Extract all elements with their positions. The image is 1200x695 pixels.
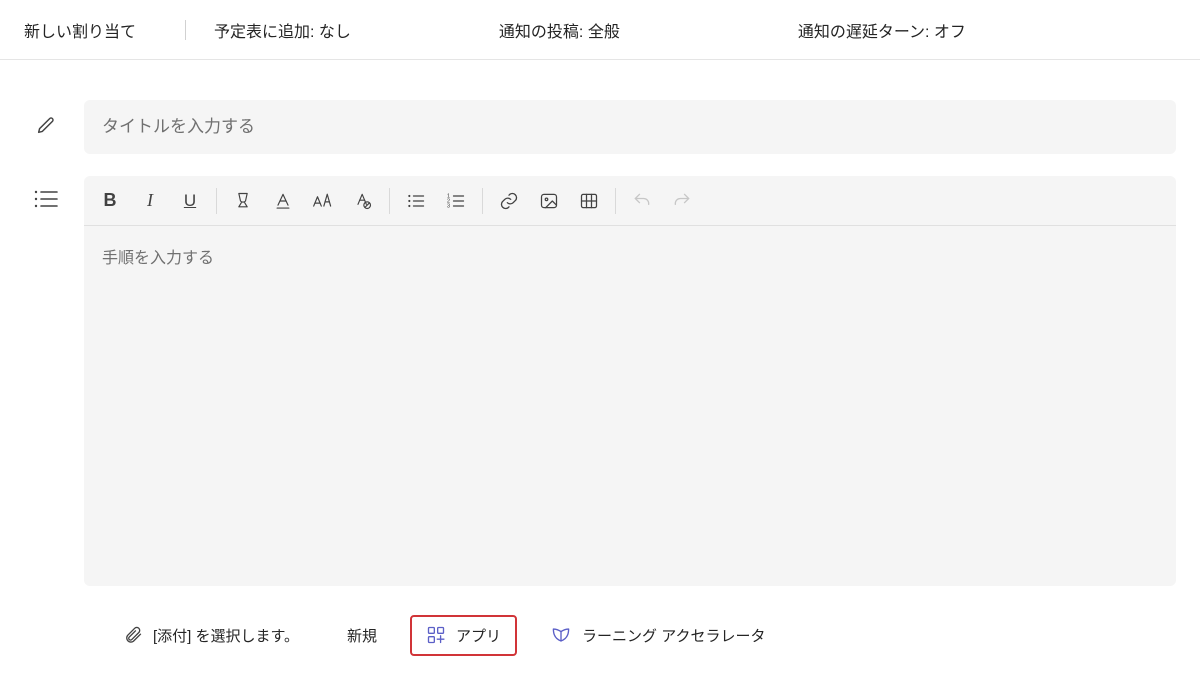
new-button[interactable]: 新規 [332, 616, 392, 655]
svg-text:3: 3 [447, 203, 450, 209]
title-row [24, 100, 1176, 154]
header-notify-post-option[interactable]: 通知の投稿: 全般 [481, 18, 780, 42]
list-icon [24, 176, 68, 210]
content-area: B I U [0, 60, 1200, 660]
paperclip-icon [123, 625, 143, 645]
bullet-list-button[interactable] [396, 181, 436, 221]
toolbar-separator [615, 188, 616, 214]
header-bar: 新しい割り当て 予定表に追加: なし 通知の投稿: 全般 通知の遅延ターン: オ… [0, 0, 1200, 60]
instructions-row: B I U [24, 176, 1176, 586]
font-size-button[interactable] [303, 181, 343, 221]
learning-accelerator-button[interactable]: ラーニング アクセラレータ [535, 616, 780, 655]
toolbar-separator [389, 188, 390, 214]
title-input[interactable] [84, 100, 1176, 154]
instructions-editor[interactable]: 手順を入力する [84, 226, 1176, 586]
pencil-icon [24, 100, 68, 136]
numbered-list-button[interactable]: 1 2 3 [436, 181, 476, 221]
learning-accelerator-icon [550, 625, 572, 645]
toolbar-separator [216, 188, 217, 214]
learning-accelerator-label: ラーニング アクセラレータ [582, 625, 765, 646]
underline-button[interactable]: U [170, 181, 210, 221]
attach-label: [添付] を選択します。 [153, 625, 299, 646]
bold-button[interactable]: B [90, 181, 130, 221]
header-title[interactable]: 新しい割り当て [24, 18, 196, 42]
clear-formatting-button[interactable] [343, 181, 383, 221]
header-calendar-option[interactable]: 予定表に追加: なし [196, 18, 481, 42]
toolbar-separator [482, 188, 483, 214]
apps-label: アプリ [456, 625, 501, 646]
attach-button[interactable]: [添付] を選択します。 [108, 616, 314, 655]
undo-button[interactable] [622, 181, 662, 221]
apps-button[interactable]: アプリ [410, 615, 517, 656]
highlight-button[interactable] [223, 181, 263, 221]
table-button[interactable] [569, 181, 609, 221]
apps-icon [426, 625, 446, 645]
rich-text-toolbar: B I U [84, 176, 1176, 226]
editor-box: B I U [84, 176, 1176, 586]
redo-button[interactable] [662, 181, 702, 221]
new-label: 新規 [347, 625, 377, 646]
italic-button[interactable]: I [130, 181, 170, 221]
header-notify-delay-option[interactable]: 通知の遅延ターン: オフ [780, 18, 984, 42]
image-button[interactable] [529, 181, 569, 221]
font-color-button[interactable] [263, 181, 303, 221]
footer-actions: [添付] を選択します。 新規 アプリ [24, 610, 1176, 660]
link-button[interactable] [489, 181, 529, 221]
